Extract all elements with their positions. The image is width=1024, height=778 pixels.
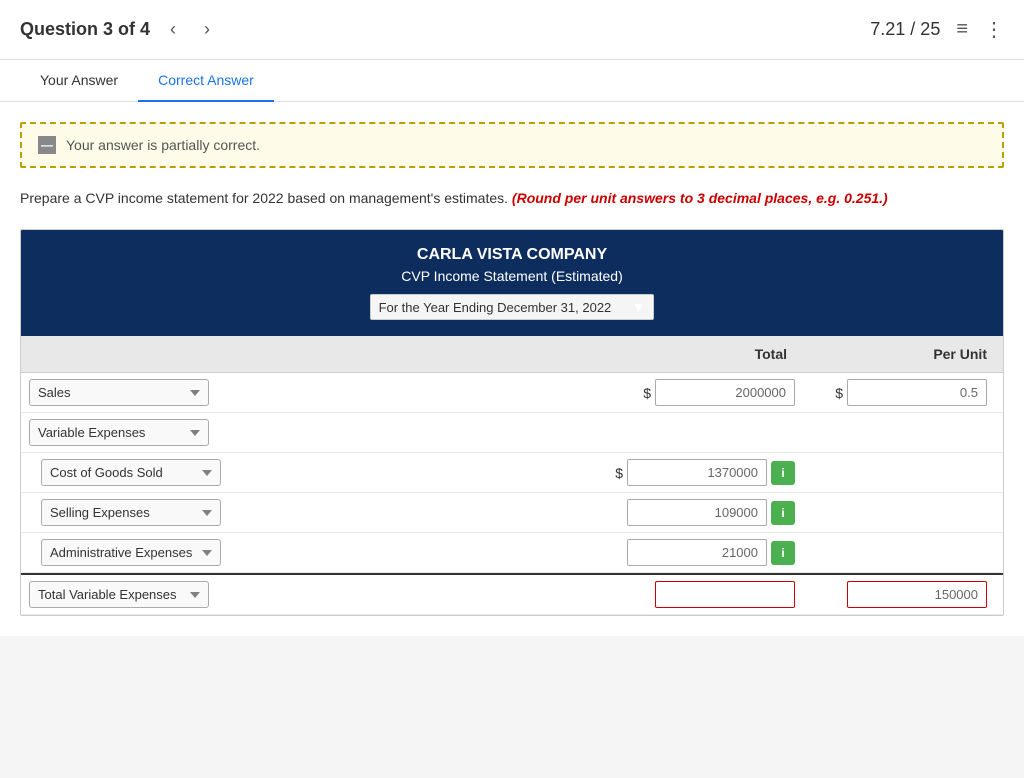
selling-total-cell: i <box>595 499 795 526</box>
statement-name: CVP Income Statement (Estimated) <box>37 268 987 284</box>
tab-correct-answer[interactable]: Correct Answer <box>138 60 274 102</box>
admin-info-button[interactable]: i <box>771 541 795 565</box>
more-icon[interactable]: ⋮ <box>984 17 1004 42</box>
sales-unit-cell: $ <box>795 379 995 406</box>
cogs-left: Cost of Goods Sold <box>41 459 595 486</box>
tab-your-answer[interactable]: Your Answer <box>20 60 138 102</box>
admin-expenses-dropdown[interactable]: Administrative Expenses <box>41 539 221 566</box>
selling-expenses-dropdown[interactable]: Selling Expenses <box>41 499 221 526</box>
list-icon[interactable]: ≡ <box>956 18 968 41</box>
variable-expenses-dropdown[interactable]: Variable Expenses <box>29 419 209 446</box>
total-variable-row: Total Variable Expenses <box>21 573 1003 615</box>
cogs-total-input[interactable] <box>627 459 767 486</box>
total-variable-unit-cell <box>795 581 995 608</box>
chevron-down-icon: ▼ <box>632 299 646 315</box>
sales-row-left: Sales <box>29 379 595 406</box>
prev-button[interactable]: ‹ <box>162 15 184 44</box>
content-area: — Your answer is partially correct. Prep… <box>0 102 1024 636</box>
total-variable-left: Total Variable Expenses <box>29 581 595 608</box>
selling-left: Selling Expenses <box>41 499 595 526</box>
score-display: 7.21 / 25 <box>870 19 940 40</box>
sales-total-input[interactable] <box>655 379 795 406</box>
banner-text: Your answer is partially correct. <box>66 137 260 153</box>
sales-dropdown[interactable]: Sales <box>29 379 209 406</box>
cogs-info-button[interactable]: i <box>771 461 795 485</box>
cogs-dollar: $ <box>615 465 623 481</box>
header-bar: Question 3 of 4 ‹ › 7.21 / 25 ≡ ⋮ <box>0 0 1024 60</box>
col-header-total: Total <box>603 336 803 372</box>
sales-row: Sales $ $ <box>21 373 1003 413</box>
sales-dollar-sign: $ <box>643 385 651 401</box>
instruction-main: Prepare a CVP income statement for 2022 … <box>20 190 508 206</box>
total-variable-dropdown[interactable]: Total Variable Expenses <box>29 581 209 608</box>
table-header: CARLA VISTA COMPANY CVP Income Statement… <box>21 230 1003 336</box>
total-variable-total-input[interactable] <box>655 581 795 608</box>
col-header-empty <box>21 336 603 372</box>
col-header-per-unit: Per Unit <box>803 336 1003 372</box>
minus-icon: — <box>38 136 56 154</box>
next-button[interactable]: › <box>196 15 218 44</box>
admin-total-cell: i <box>595 539 795 566</box>
column-headers: Total Per Unit <box>21 336 1003 373</box>
variable-expenses-left: Variable Expenses <box>29 419 595 446</box>
sales-unit-input[interactable] <box>847 379 987 406</box>
selling-expenses-row: Selling Expenses i <box>21 493 1003 533</box>
cogs-dropdown[interactable]: Cost of Goods Sold <box>41 459 221 486</box>
admin-total-input[interactable] <box>627 539 767 566</box>
header-right: 7.21 / 25 ≡ ⋮ <box>870 17 1004 42</box>
sales-total-cell: $ <box>595 379 795 406</box>
instruction-highlight: (Round per unit answers to 3 decimal pla… <box>512 190 888 206</box>
total-variable-total-cell <box>595 581 795 608</box>
cogs-total-cell: $ i <box>595 459 795 486</box>
question-title: Question 3 of 4 <box>20 19 150 40</box>
header-left: Question 3 of 4 ‹ › <box>20 15 218 44</box>
sales-unit-dollar: $ <box>835 385 843 401</box>
date-select-wrapper[interactable]: For the Year Ending December 31, 2022 ▼ <box>370 294 655 320</box>
main-content: Your Answer Correct Answer — Your answer… <box>0 60 1024 636</box>
total-variable-unit-input[interactable] <box>847 581 987 608</box>
tabs-container: Your Answer Correct Answer <box>0 60 1024 102</box>
selling-info-button[interactable]: i <box>771 501 795 525</box>
variable-expenses-header-row: Variable Expenses <box>21 413 1003 453</box>
admin-left: Administrative Expenses <box>41 539 595 566</box>
instruction-text: Prepare a CVP income statement for 2022 … <box>20 188 1004 209</box>
admin-expenses-row: Administrative Expenses i <box>21 533 1003 573</box>
company-name: CARLA VISTA COMPANY <box>37 246 987 264</box>
date-select[interactable]: For the Year Ending December 31, 2022 <box>379 300 632 315</box>
partial-correct-banner: — Your answer is partially correct. <box>20 122 1004 168</box>
cvp-table: CARLA VISTA COMPANY CVP Income Statement… <box>20 229 1004 616</box>
cogs-row: Cost of Goods Sold $ i <box>21 453 1003 493</box>
selling-total-input[interactable] <box>627 499 767 526</box>
